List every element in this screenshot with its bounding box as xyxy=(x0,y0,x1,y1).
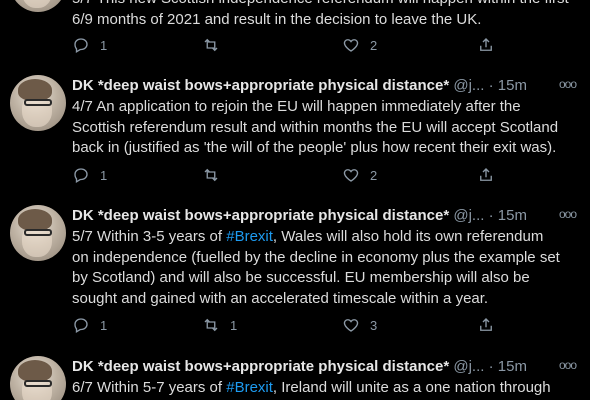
like-count: 3 xyxy=(370,317,378,333)
reply-button[interactable]: 1 xyxy=(72,36,107,54)
user-handle[interactable]: @j... xyxy=(453,207,484,224)
reply-button[interactable]: 1 xyxy=(72,166,107,184)
hashtag-link[interactable]: #Brexit xyxy=(226,228,273,245)
share-button[interactable] xyxy=(477,166,495,184)
tweet-text: 6/7 Within 5-7 years of #Brexit, Ireland… xyxy=(72,379,551,396)
user-handle[interactable]: @j... xyxy=(453,77,484,94)
retweet-button[interactable] xyxy=(202,36,230,54)
like-count: 2 xyxy=(370,37,378,53)
avatar[interactable] xyxy=(10,75,66,131)
like-button[interactable]: 3 xyxy=(342,316,377,334)
display-name[interactable]: DK *deep waist bows+appropriate physical… xyxy=(72,207,449,224)
reply-icon xyxy=(74,168,88,183)
timestamp[interactable]: · 15m xyxy=(489,77,527,94)
share-icon xyxy=(480,38,492,51)
like-button[interactable]: 2 xyxy=(342,166,377,184)
like-button[interactable]: 2 xyxy=(342,36,377,54)
retweet-button[interactable] xyxy=(202,166,230,184)
tweet-header: DK *deep waist bows+appropriate physical… xyxy=(72,77,582,97)
reply-count: 1 xyxy=(100,317,108,333)
tweet-actions: 1 2 xyxy=(72,166,572,186)
tweet-actions: 1 1 3 xyxy=(72,316,572,336)
user-handle[interactable]: @j... xyxy=(453,358,484,375)
reply-icon xyxy=(74,38,88,53)
reply-count: 1 xyxy=(100,167,108,183)
hashtag-link[interactable]: #Brexit xyxy=(226,379,273,396)
like-count: 2 xyxy=(370,167,378,183)
tweet-header: DK *deep waist bows+appropriate physical… xyxy=(72,207,582,227)
retweet-icon xyxy=(204,168,218,182)
avatar[interactable] xyxy=(10,356,66,400)
more-options-icon[interactable]: ooo xyxy=(559,77,577,91)
tweet-header: DK *deep waist bows+appropriate physical… xyxy=(72,358,582,378)
share-icon xyxy=(480,318,492,331)
avatar[interactable] xyxy=(10,205,66,261)
reply-count: 1 xyxy=(100,37,108,53)
share-button[interactable] xyxy=(477,36,495,54)
share-button[interactable] xyxy=(477,316,495,334)
heart-icon xyxy=(343,319,359,332)
more-options-icon[interactable]: ooo xyxy=(559,207,577,221)
tweet-text: 5/7 This new Scottish independence refer… xyxy=(72,0,569,28)
more-options-icon[interactable]: ooo xyxy=(559,358,577,372)
reply-button[interactable]: 1 xyxy=(72,316,107,334)
share-icon xyxy=(480,168,492,181)
tweet-actions: 1 2 xyxy=(72,36,572,56)
timestamp[interactable]: · 15m xyxy=(489,358,527,375)
timestamp[interactable]: · 15m xyxy=(489,207,527,224)
heart-icon xyxy=(343,39,359,52)
retweet-button[interactable]: 1 xyxy=(202,316,237,334)
retweet-count: 1 xyxy=(230,317,238,333)
display-name[interactable]: DK *deep waist bows+appropriate physical… xyxy=(72,77,449,94)
retweet-icon xyxy=(204,38,218,52)
avatar[interactable] xyxy=(10,0,66,12)
tweet-text: 4/7 An application to rejoin the EU will… xyxy=(72,98,559,156)
heart-icon xyxy=(343,169,359,182)
display-name[interactable]: DK *deep waist bows+appropriate physical… xyxy=(72,358,449,375)
reply-icon xyxy=(74,318,88,333)
retweet-icon xyxy=(204,318,218,332)
tweet-text: 5/7 Within 3-5 years of #Brexit, Wales w… xyxy=(72,228,560,307)
